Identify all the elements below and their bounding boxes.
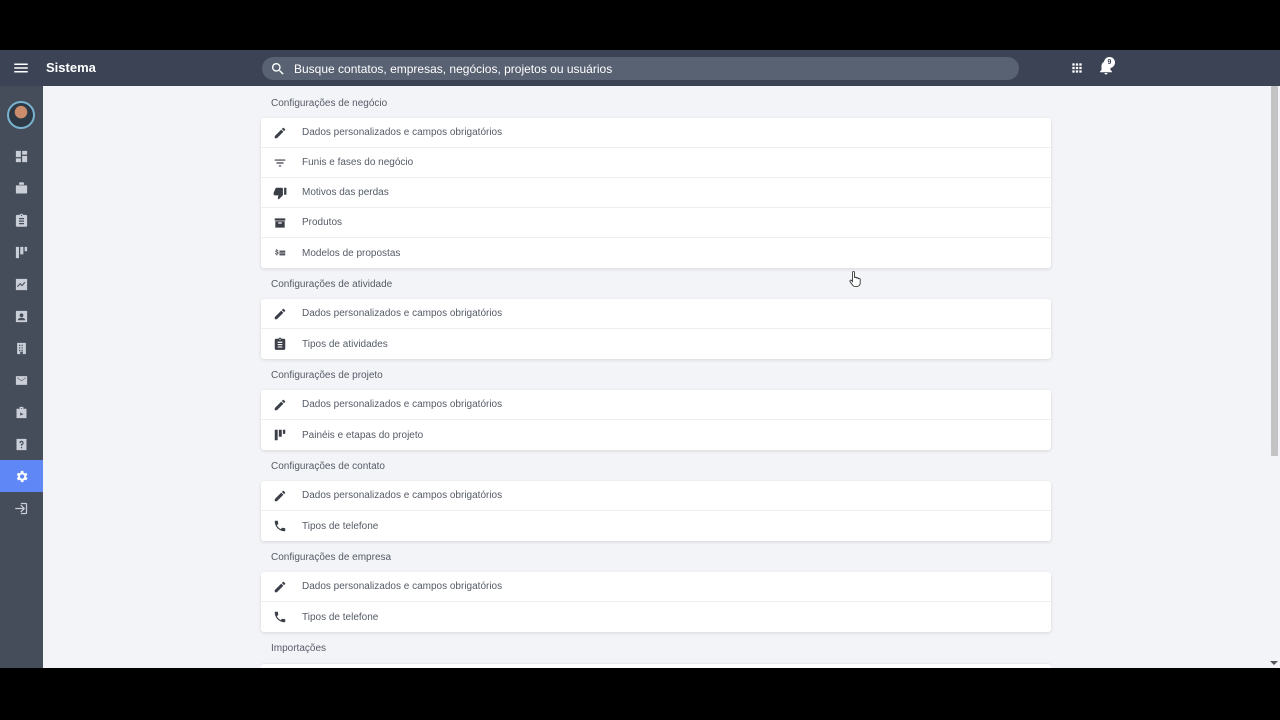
phone-icon (274, 611, 286, 623)
section-title-company-settings: Configurações de empresa (271, 552, 392, 563)
pencil-icon (274, 399, 286, 410)
briefcase-icon (15, 181, 28, 193)
building-icon (17, 342, 26, 354)
menu-icon[interactable] (12, 59, 30, 77)
sidebar-item-contacts[interactable] (0, 300, 43, 332)
filter-icon (274, 159, 286, 166)
sidebar-item-projects[interactable] (0, 236, 43, 268)
list-item-label: Produtos (302, 217, 343, 228)
section-title-deal-settings: Configurações de negócio (271, 98, 388, 109)
deal-settings-card: Dados personalizados e campos obrigatóri… (261, 118, 1051, 268)
kanban-icon (15, 246, 28, 258)
list-item-contact-phone-types[interactable]: Tipos de telefone (261, 511, 1051, 541)
section-title-project-settings: Configurações de projeto (271, 370, 383, 381)
clipboard-icon (274, 337, 286, 350)
list-item-label: Modelos de propostas (302, 247, 401, 259)
sidebar-item-help[interactable] (0, 428, 43, 460)
scroll-down-arrow[interactable] (1270, 661, 1278, 665)
list-item-label: Dados personalizados e campos obrigatóri… (302, 581, 503, 592)
scrollbar-thumb[interactable] (1271, 86, 1278, 456)
logout-icon (15, 502, 28, 514)
notification-badge: 9 (1104, 57, 1115, 68)
gear-icon (16, 470, 28, 482)
section-title-activity-settings: Configurações de atividade (271, 279, 393, 290)
mail-icon (15, 375, 28, 385)
sidebar-item-logout[interactable] (0, 492, 43, 524)
list-item-label: Tipos de telefone (302, 611, 379, 623)
list-item-company-custom-fields[interactable]: Dados personalizados e campos obrigatóri… (261, 572, 1051, 602)
list-item-project-boards[interactable]: Painéis e etapas do projeto (261, 420, 1051, 450)
chart-icon (15, 278, 28, 290)
archive-icon (274, 217, 286, 228)
help-icon (16, 438, 27, 450)
pencil-icon (274, 127, 286, 138)
imports-card (261, 664, 1051, 668)
app-window: Sistema 9 (0, 50, 1280, 668)
pencil-icon (274, 581, 286, 592)
project-settings-card: Dados personalizados e campos obrigatóri… (261, 390, 1051, 450)
list-item-label: Funis e fases do negócio (302, 157, 414, 168)
dashboard-icon (15, 150, 28, 162)
section-title-imports: Importações (271, 643, 327, 654)
price-list-icon (275, 249, 286, 256)
sidebar-item-dashboard[interactable] (0, 140, 43, 172)
avatar[interactable] (7, 101, 35, 129)
pencil-icon (274, 308, 286, 319)
sidebar-item-settings[interactable] (0, 460, 43, 492)
apps-grid-icon[interactable] (1070, 61, 1084, 75)
search-icon (271, 62, 284, 75)
sidebar-item-portfolio[interactable] (0, 396, 43, 428)
list-item-products[interactable]: Produtos (261, 208, 1051, 238)
list-item-label: Dados personalizados e campos obrigatóri… (302, 399, 503, 410)
contact-icon (15, 310, 28, 322)
suitcase-icon (16, 406, 27, 418)
sidebar-item-companies[interactable] (0, 332, 43, 364)
kanban-icon (274, 429, 286, 441)
list-item-deal-custom-fields[interactable]: Dados personalizados e campos obrigatóri… (261, 118, 1051, 148)
list-item-label: Dados personalizados e campos obrigatóri… (302, 490, 503, 501)
sidebar-item-reports[interactable] (0, 268, 43, 300)
list-item-deal-funnels[interactable]: Funis e fases do negócio (261, 148, 1051, 178)
section-title-contact-settings: Configurações de contato (271, 461, 385, 472)
list-item-label: Painéis e etapas do projeto (302, 429, 424, 441)
pencil-icon (274, 490, 286, 501)
thumbs-down-icon (273, 187, 287, 199)
contact-settings-card: Dados personalizados e campos obrigatóri… (261, 481, 1051, 541)
sidebar-item-activities[interactable] (0, 204, 43, 236)
sidebar-item-email[interactable] (0, 364, 43, 396)
company-settings-card: Dados personalizados e campos obrigatóri… (261, 572, 1051, 632)
list-item-activity-custom-fields[interactable]: Dados personalizados e campos obrigatóri… (261, 299, 1051, 329)
list-item-company-phone-types[interactable]: Tipos de telefone (261, 602, 1051, 632)
search-bar[interactable] (262, 57, 1019, 80)
search-input[interactable] (294, 61, 994, 76)
scrollbar[interactable] (1268, 86, 1280, 668)
list-item-activity-types[interactable]: Tipos de atividades (261, 329, 1051, 359)
app-title: Sistema (46, 60, 96, 75)
top-bar: Sistema 9 (0, 50, 1280, 86)
hand-cursor-icon (849, 271, 861, 287)
clipboard-icon (15, 213, 28, 227)
list-item-label: Dados personalizados e campos obrigatóri… (302, 127, 503, 138)
list-item-contact-custom-fields[interactable]: Dados personalizados e campos obrigatóri… (261, 481, 1051, 511)
list-item-proposal-templates[interactable]: Modelos de propostas (261, 238, 1051, 268)
sidebar (0, 86, 43, 668)
list-item-label: Dados personalizados e campos obrigatóri… (302, 308, 503, 319)
phone-icon (274, 520, 286, 532)
list-item-project-custom-fields[interactable]: Dados personalizados e campos obrigatóri… (261, 390, 1051, 420)
list-item-label: Tipos de telefone (302, 520, 379, 532)
sidebar-item-deals[interactable] (0, 172, 43, 204)
list-item-label: Tipos de atividades (302, 338, 388, 350)
list-item-label: Motivos das perdas (302, 187, 389, 198)
list-item-loss-reasons[interactable]: Motivos das perdas (261, 178, 1051, 208)
activity-settings-card: Dados personalizados e campos obrigatóri… (261, 299, 1051, 359)
